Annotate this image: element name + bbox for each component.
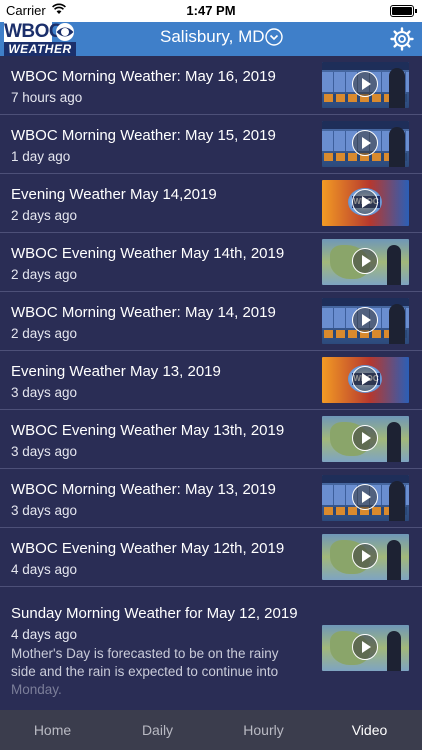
tab-home[interactable]: Home (0, 722, 105, 738)
video-title: WBOC Morning Weather: May 14, 2019 (11, 304, 276, 321)
video-age: 3 days ago (11, 444, 78, 459)
video-thumbnail[interactable] (322, 121, 409, 167)
video-thumbnail[interactable] (322, 239, 409, 285)
video-title: WBOC Morning Weather: May 13, 2019 (11, 481, 276, 498)
video-row[interactable]: WBOC Evening Weather May 13th, 2019 3 da… (0, 410, 422, 469)
video-age: 4 days ago (11, 627, 78, 642)
play-icon[interactable] (352, 425, 378, 451)
video-row[interactable]: Evening Weather May 13, 2019 3 days ago … (0, 351, 422, 410)
video-age: 1 day ago (11, 149, 71, 164)
play-icon[interactable] (352, 71, 378, 97)
video-description-faded: Monday. (11, 682, 62, 697)
tab-video[interactable]: Video (317, 722, 422, 738)
video-age: 2 days ago (11, 267, 78, 282)
play-icon[interactable] (352, 130, 378, 156)
video-title: Evening Weather May 14,2019 (11, 186, 217, 203)
wboc-weather-logo[interactable]: WBOC WEATHER (4, 22, 76, 56)
tab-bar: Home Daily Hourly Video (0, 710, 422, 750)
video-row[interactable]: WBOC Morning Weather: May 16, 2019 7 hou… (0, 56, 422, 115)
video-age: 2 days ago (11, 326, 78, 341)
video-age: 4 days ago (11, 562, 78, 577)
video-age: 3 days ago (11, 503, 78, 518)
video-thumbnail[interactable] (322, 534, 409, 580)
status-bar: Carrier 1:47 PM (0, 0, 422, 22)
video-title: Sunday Morning Weather for May 12, 2019 (11, 605, 298, 622)
app-header: WBOC WEATHER Salisbury, MD (0, 22, 422, 56)
gear-icon[interactable] (390, 27, 414, 51)
video-thumbnail[interactable]: WBOC (322, 357, 409, 403)
video-title: WBOC Morning Weather: May 16, 2019 (11, 68, 276, 85)
video-row[interactable]: WBOC Morning Weather: May 15, 2019 1 day… (0, 115, 422, 174)
video-age: 2 days ago (11, 208, 78, 223)
play-icon[interactable] (352, 248, 378, 274)
video-thumbnail[interactable] (322, 625, 409, 671)
video-row[interactable]: Evening Weather May 14,2019 2 days ago W… (0, 174, 422, 233)
video-thumbnail[interactable] (322, 62, 409, 108)
clock: 1:47 PM (186, 3, 236, 18)
play-icon[interactable] (352, 543, 378, 569)
video-title: WBOC Evening Weather May 12th, 2019 (11, 540, 285, 557)
video-thumbnail[interactable]: WBOC (322, 180, 409, 226)
logo-subtitle: WEATHER (4, 42, 76, 56)
logo-wordmark: WBOC (4, 21, 63, 42)
tab-hourly[interactable]: Hourly (211, 722, 316, 738)
video-row[interactable]: Sunday Morning Weather for May 12, 2019 … (0, 587, 422, 707)
video-title: WBOC Morning Weather: May 15, 2019 (11, 127, 276, 144)
battery-icon (390, 5, 417, 17)
video-row[interactable]: WBOC Morning Weather: May 13, 2019 3 day… (0, 469, 422, 528)
tab-daily[interactable]: Daily (105, 722, 210, 738)
video-row[interactable]: WBOC Evening Weather May 14th, 2019 2 da… (0, 233, 422, 292)
video-row[interactable]: WBOC Morning Weather: May 14, 2019 2 day… (0, 292, 422, 351)
play-icon[interactable] (352, 189, 378, 215)
video-description-text: Mother's Day is forecasted to be on the … (11, 646, 279, 679)
video-row[interactable]: WBOC Evening Weather May 12th, 2019 4 da… (0, 528, 422, 587)
video-thumbnail[interactable] (322, 298, 409, 344)
cbs-eye-icon (54, 22, 76, 42)
play-icon[interactable] (352, 366, 378, 392)
play-icon[interactable] (352, 307, 378, 333)
video-title: WBOC Evening Weather May 14th, 2019 (11, 245, 285, 262)
video-age: 7 hours ago (11, 90, 83, 105)
play-icon[interactable] (352, 484, 378, 510)
video-thumbnail[interactable] (322, 416, 409, 462)
video-title: Evening Weather May 13, 2019 (11, 363, 221, 380)
video-description: Mother's Day is forecasted to be on the … (11, 645, 301, 699)
video-title: WBOC Evening Weather May 13th, 2019 (11, 422, 285, 439)
play-icon[interactable] (352, 634, 378, 660)
video-list[interactable]: WBOC Morning Weather: May 16, 2019 7 hou… (0, 56, 422, 710)
location-title[interactable]: Salisbury, MD (160, 27, 265, 47)
video-age: 3 days ago (11, 385, 78, 400)
chevron-down-circle-icon[interactable] (265, 28, 283, 46)
video-thumbnail[interactable] (322, 475, 409, 521)
